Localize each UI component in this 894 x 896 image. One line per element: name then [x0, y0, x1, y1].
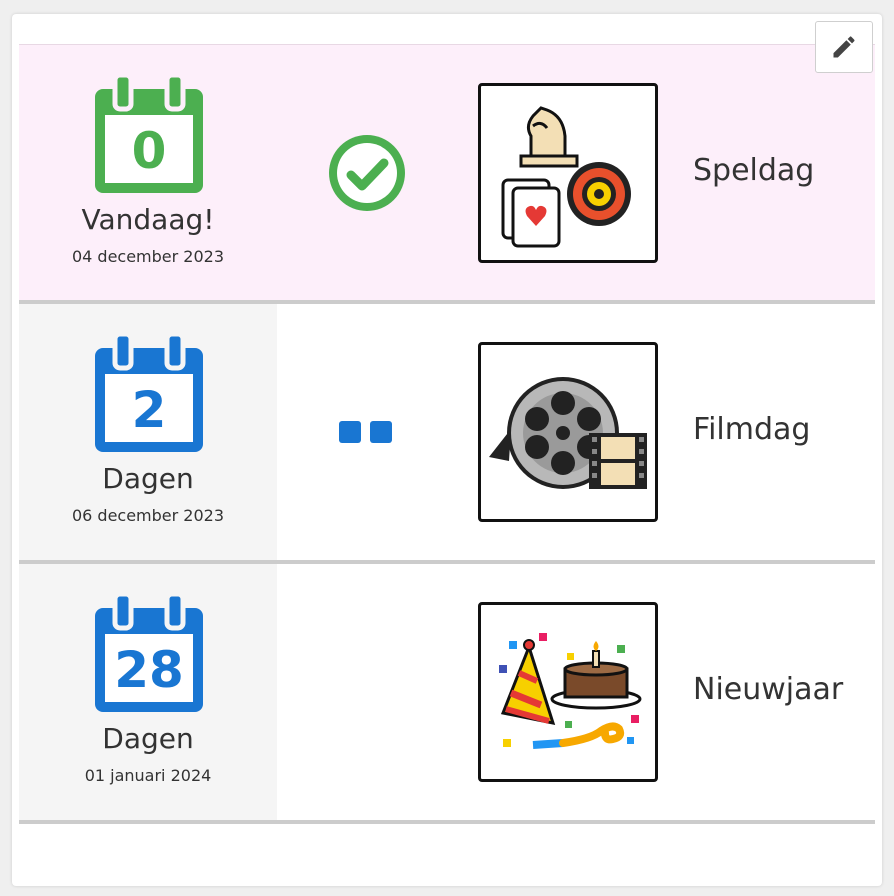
film-reel-picto [478, 342, 658, 522]
games-picto [478, 83, 658, 263]
event-date: 01 januari 2024 [84, 766, 212, 785]
date-column: 0 Vandaag! 04 december 2023 [19, 45, 277, 300]
days-count: 28 [114, 641, 184, 699]
days-count: 0 [131, 122, 167, 180]
days-count: 2 [131, 381, 167, 439]
event-title: Filmdag [693, 412, 811, 447]
event-title: Speldag [693, 153, 815, 188]
check-circle-icon [327, 133, 407, 213]
event-title: Nieuwjaar [693, 672, 844, 707]
edit-button[interactable] [815, 21, 873, 73]
calendar-icon: 28 [91, 591, 207, 716]
event-date: 06 december 2023 [71, 506, 225, 525]
calendar-icon: 2 [91, 331, 207, 456]
event-row-speldag[interactable]: 0 Vandaag! 04 december 2023 Speldag [19, 44, 875, 304]
two-squares-icon [327, 392, 407, 472]
days-label: Dagen [102, 722, 194, 755]
date-column: 2 Dagen 06 december 2023 [19, 304, 277, 560]
days-label: Vandaag! [81, 203, 215, 236]
party-picto [478, 602, 658, 782]
event-row-nieuwjaar[interactable]: 28 Dagen 01 januari 2024 Nieuwjaar [19, 564, 875, 824]
days-label: Dagen [102, 462, 194, 495]
calendar-icon: 0 [91, 72, 207, 197]
event-date: 04 december 2023 [71, 247, 225, 266]
event-row-filmdag[interactable]: 2 Dagen 06 december 2023 Filmdag [19, 304, 875, 564]
date-column: 28 Dagen 01 januari 2024 [19, 564, 277, 820]
pencil-icon [833, 36, 855, 58]
